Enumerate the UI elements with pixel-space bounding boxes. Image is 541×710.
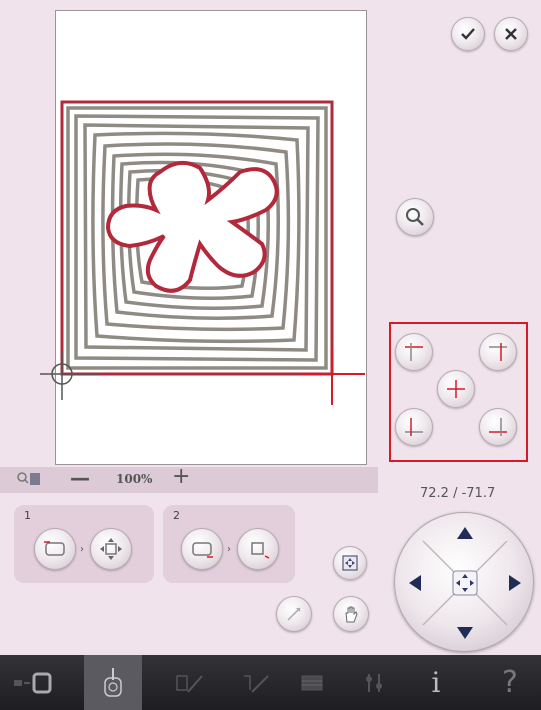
confirm-button[interactable] — [451, 17, 485, 51]
position-readout: 72.2 / -71.7 — [420, 486, 496, 501]
embroidery-edit-icon — [176, 674, 203, 693]
center-button[interactable] — [437, 370, 475, 408]
center-design-button[interactable] — [333, 546, 367, 580]
center-cross-icon — [447, 380, 465, 398]
checkmark-icon — [461, 28, 475, 40]
move-arrows-icon — [100, 538, 122, 560]
pan-button[interactable] — [333, 596, 369, 632]
step-1-move-button[interactable] — [90, 528, 132, 570]
arrow-down-icon[interactable] — [457, 627, 473, 639]
taskbar-stitch-out[interactable] — [84, 655, 142, 710]
file-manager-icon — [14, 672, 52, 693]
step-group-number: 1 — [24, 509, 31, 522]
zoom-button[interactable] — [396, 198, 434, 236]
taskbar-file-manager[interactable] — [0, 655, 68, 710]
step-arrow-icon: › — [227, 544, 231, 555]
top-left-corner-button[interactable] — [395, 333, 433, 371]
sewing-mode-icon — [244, 674, 269, 693]
arrow-right-icon[interactable] — [509, 575, 521, 591]
hoop-select-icon — [44, 541, 65, 556]
close-icon — [505, 28, 517, 40]
zoom-level: 100% — [116, 472, 153, 486]
settings-icon — [366, 673, 382, 692]
embroidery-stitch-out-icon — [104, 667, 122, 697]
step-2-rotate-button[interactable] — [237, 528, 279, 570]
top-right-corner-button[interactable] — [479, 333, 517, 371]
taskbar-info[interactable]: i — [412, 655, 460, 710]
zoom-out-button[interactable]: — — [70, 466, 90, 490]
center-frame-icon — [342, 555, 358, 571]
cancel-button[interactable] — [494, 17, 528, 51]
bottom-left-corner-icon — [405, 418, 423, 436]
help-icon: ? — [502, 665, 518, 700]
taskbar: i ? — [0, 655, 541, 710]
hoop-select-icon — [192, 542, 213, 558]
step-2-select-button[interactable] — [181, 528, 223, 570]
top-right-corner-icon — [489, 343, 507, 361]
step-group-number: 2 — [173, 509, 180, 522]
diagonal-resize-icon — [287, 607, 301, 621]
magnifier-icon — [406, 208, 424, 226]
taskbar-settings[interactable] — [350, 655, 398, 710]
arrow-up-icon[interactable] — [457, 527, 473, 539]
step-arrow-icon: › — [80, 544, 84, 555]
direction-pad[interactable] — [394, 512, 534, 652]
step-1-select-button[interactable] — [34, 528, 76, 570]
arrow-left-icon[interactable] — [409, 575, 421, 591]
hand-icon — [345, 606, 358, 623]
zoom-slider-icon[interactable] — [16, 471, 42, 489]
rotate-frame-icon — [251, 542, 270, 559]
bottom-right-corner-button[interactable] — [479, 408, 517, 446]
taskbar-sewing-mode[interactable] — [226, 655, 284, 710]
resize-button[interactable] — [276, 596, 312, 632]
taskbar-help[interactable]: ? — [480, 655, 540, 710]
taskbar-embroidery-edit[interactable] — [160, 655, 218, 710]
taskbar-tablet[interactable] — [288, 655, 336, 710]
zoom-in-button[interactable]: + — [172, 464, 190, 489]
bottom-right-corner-icon — [489, 418, 507, 436]
info-icon: i — [431, 666, 441, 699]
tablet-icon — [301, 675, 323, 690]
bottom-left-corner-button[interactable] — [395, 408, 433, 446]
top-left-corner-icon — [405, 343, 423, 361]
embroidery-design[interactable] — [40, 60, 370, 420]
